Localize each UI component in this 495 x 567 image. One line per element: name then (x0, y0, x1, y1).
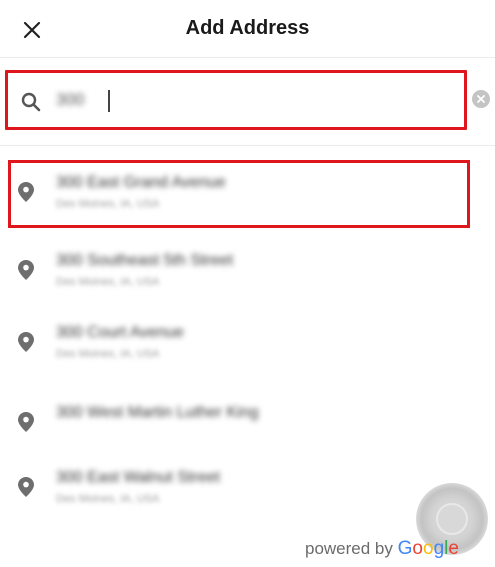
location-pin-icon (18, 182, 34, 202)
location-pin-icon (18, 260, 34, 280)
divider (0, 145, 495, 146)
result-title: 300 East Walnut Street (56, 469, 220, 486)
touch-indicator-center (436, 503, 468, 535)
result-subtitle: Des Moines, IA, USA (56, 493, 160, 505)
result-item[interactable]: 300 East Grand Avenue Des Moines, IA, US… (8, 160, 470, 228)
result-item[interactable]: 300 Southeast 5th Street Des Moines, IA,… (8, 238, 470, 306)
location-pin-icon (18, 477, 34, 497)
search-icon (21, 92, 41, 112)
text-caret (108, 90, 110, 112)
search-input[interactable] (56, 85, 446, 115)
powered-by-label: powered by (305, 539, 393, 558)
powered-by-google: powered by Google (305, 538, 459, 560)
location-pin-icon (18, 332, 34, 352)
result-item[interactable]: 300 East Walnut Street Des Moines, IA, U… (8, 455, 470, 523)
search-field[interactable] (5, 70, 467, 130)
clear-icon (477, 95, 485, 103)
page-title: Add Address (185, 17, 310, 39)
google-logo: Google (397, 538, 459, 559)
result-subtitle: Des Moines, IA, USA (56, 198, 160, 210)
result-item[interactable]: 300 Court Avenue Des Moines, IA, USA (8, 310, 470, 378)
add-address-screen: Add Address 300 East Grand Avenue Des Mo… (0, 0, 495, 567)
header: Add Address (0, 0, 495, 58)
result-title: 300 Court Avenue (56, 324, 184, 341)
clear-search-button[interactable] (472, 90, 490, 108)
result-item[interactable]: 300 West Martin Luther King (8, 390, 470, 458)
result-subtitle: Des Moines, IA, USA (56, 276, 160, 288)
location-pin-icon (18, 412, 34, 432)
result-title: 300 West Martin Luther King (56, 404, 259, 421)
result-title: 300 Southeast 5th Street (56, 252, 234, 269)
result-title: 300 East Grand Avenue (56, 174, 226, 191)
result-subtitle: Des Moines, IA, USA (56, 348, 160, 360)
